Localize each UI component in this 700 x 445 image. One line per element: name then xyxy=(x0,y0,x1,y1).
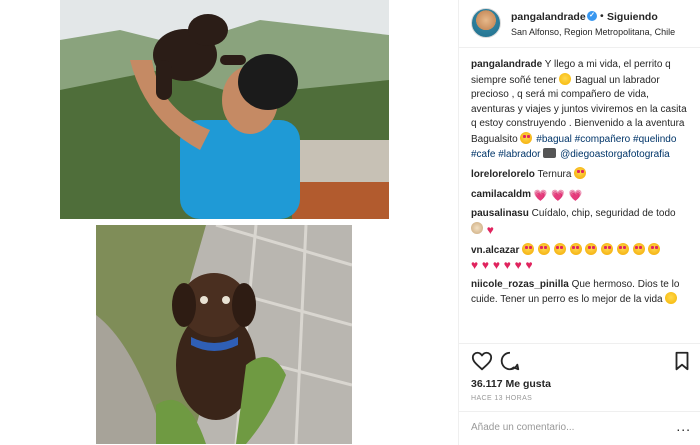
comment-item: vn.alcazar ♥ ♥ ♥ ♥ ♥ ♥ xyxy=(471,242,689,273)
speech-bubble-icon[interactable] xyxy=(499,350,521,372)
post-photos xyxy=(0,0,458,445)
mention-link[interactable]: @diegoastorgafotografia xyxy=(560,149,670,160)
post-timestamp[interactable]: HACE 13 HORAS xyxy=(471,395,532,402)
comment-item: pausalinasu Cuídalo, chip, seguridad de … xyxy=(471,207,689,237)
heart-eyes-emoji-icon xyxy=(601,242,614,255)
red-heart-emoji-icon: ♥ xyxy=(525,258,533,273)
sparkling-heart-emoji-icon: 💗 xyxy=(551,189,566,202)
heart-eyes-emoji-icon xyxy=(648,242,661,255)
add-comment-section: ... xyxy=(459,411,700,445)
red-heart-emoji-icon: ♥ xyxy=(492,258,500,273)
bookmark-icon[interactable] xyxy=(671,350,693,372)
bookmark-icon-svg xyxy=(675,351,689,371)
sparkling-heart-emoji-icon: 💗 xyxy=(568,189,583,202)
heart-eyes-emoji-icon xyxy=(616,242,629,255)
comment-username[interactable]: niicole_rozas_pinilla xyxy=(471,279,569,290)
photo-puppy-on-path xyxy=(96,225,352,444)
follow-button[interactable]: Siguiendo xyxy=(607,11,658,23)
smile-emoji-icon xyxy=(665,292,678,305)
heart-eyes-emoji-icon xyxy=(585,242,598,255)
heart-eyes-emoji-icon xyxy=(553,242,566,255)
avatar[interactable] xyxy=(471,8,501,38)
heart-eyes-emoji-icon xyxy=(537,242,550,255)
more-options-icon[interactable]: ... xyxy=(676,419,691,433)
heart-outline-icon[interactable] xyxy=(471,350,493,372)
add-comment-input[interactable] xyxy=(471,422,661,433)
caption-username[interactable]: pangalandrade xyxy=(471,59,542,70)
red-heart-emoji-icon: ♥ xyxy=(471,258,479,273)
comments-list[interactable]: pangalandrade Y llego a mi vida, el perr… xyxy=(459,58,700,343)
comment-text: Cuídalo, chip, seguridad de todo xyxy=(531,208,676,220)
sparkling-heart-emoji-icon: 💗 xyxy=(533,189,548,202)
heart-outline-icon-svg xyxy=(471,351,493,371)
comment-username[interactable]: lorelorelorelo xyxy=(471,169,535,180)
likes-count[interactable]: 36.117 Me gusta xyxy=(471,378,551,390)
post-side-panel: pangalandrade ✓ • Siguiendo San Alfonso,… xyxy=(458,0,700,445)
speech-bubble-icon-svg xyxy=(500,351,520,371)
camera-emoji-icon xyxy=(543,147,557,158)
heart-eyes-emoji-icon xyxy=(632,242,645,255)
comment-username[interactable]: camilacaldm xyxy=(471,189,531,200)
hashtag-link[interactable]: #compañero xyxy=(575,134,631,145)
photo-man-holding-puppy xyxy=(60,0,389,219)
comment-item: camilacaldm 💗 💗 💗 xyxy=(471,188,689,203)
photo-man-holding-puppy-art xyxy=(60,0,389,219)
heart-eyes-emoji-icon xyxy=(520,131,533,144)
header-username[interactable]: pangalandrade xyxy=(511,11,586,23)
red-heart-emoji-icon: ♥ xyxy=(503,258,511,273)
hashtag-link[interactable]: #bagual xyxy=(536,134,572,145)
photo-puppy-on-path-art xyxy=(96,225,352,444)
post-actions: 36.117 Me gusta HACE 13 HORAS ... xyxy=(459,343,700,445)
heart-eyes-emoji-icon xyxy=(569,242,582,255)
red-heart-emoji-icon: ♥ xyxy=(486,222,494,237)
red-heart-emoji-icon: ♥ xyxy=(514,258,522,273)
heart-eyes-emoji-icon xyxy=(522,242,535,255)
comment-username[interactable]: pausalinasu xyxy=(471,208,529,219)
hashtag-link[interactable]: #labrador xyxy=(498,149,540,160)
heart-eyes-emoji-icon xyxy=(574,167,587,180)
comment-item: lorelorelorelo Ternura xyxy=(471,167,689,183)
comment-text: Ternura xyxy=(537,169,572,181)
hashtag-link[interactable]: #quelindo xyxy=(633,134,676,145)
red-heart-emoji-icon: ♥ xyxy=(481,258,490,273)
comment-item: niicole_rozas_pinilla Que hermoso. Dios … xyxy=(471,278,689,308)
post-header: pangalandrade ✓ • Siguiendo San Alfonso,… xyxy=(459,0,700,48)
verified-badge-icon: ✓ xyxy=(587,11,597,21)
location-link[interactable]: San Alfonso, Region Metropolitana, Chile xyxy=(511,27,675,37)
post-caption: pangalandrade Y llego a mi vida, el perr… xyxy=(471,58,689,162)
dog-emoji-icon xyxy=(471,221,483,234)
comment-username[interactable]: vn.alcazar xyxy=(471,245,519,256)
smile-emoji-icon xyxy=(559,72,572,85)
hashtag-link[interactable]: #cafe xyxy=(471,149,495,160)
separator-dot: • xyxy=(600,10,604,22)
